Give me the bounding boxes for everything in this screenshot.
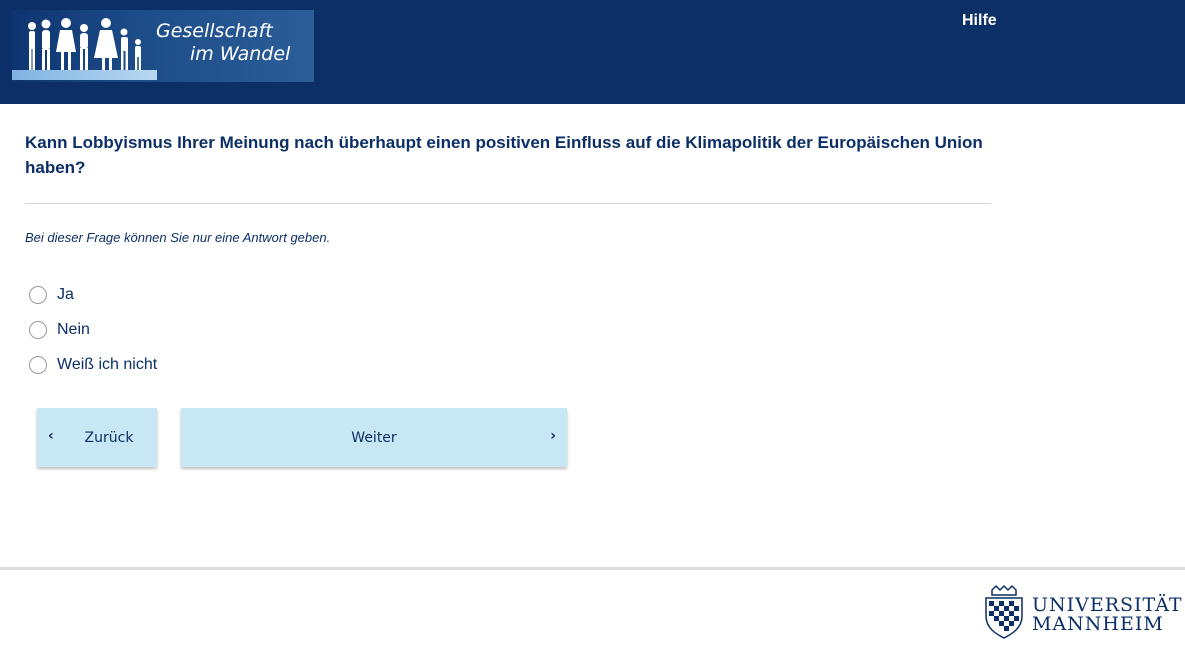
answer-label-nein[interactable]: Nein xyxy=(57,321,90,339)
family-silhouette-icon xyxy=(28,18,141,71)
next-button-label: Weiter xyxy=(351,430,397,446)
question-text: Kann Lobbyismus Ihrer Meinung nach überh… xyxy=(25,133,983,177)
footer-divider xyxy=(0,567,1185,570)
university-crest-icon xyxy=(985,584,1023,639)
answer-label-ja[interactable]: Ja xyxy=(57,286,74,304)
universitaet-mannheim-logo: UNIVERSITÄT MANNHEIM xyxy=(980,584,1185,642)
help-link[interactable]: Hilfe xyxy=(962,12,997,30)
university-name-line-2: MANNHEIM xyxy=(1032,613,1164,635)
logo-wordmark: Gesellschaft im Wandel xyxy=(152,20,290,66)
gesellschaft-im-wandel-logo: Gesellschaft im Wandel xyxy=(12,10,314,82)
next-button[interactable]: Weiter › xyxy=(181,408,567,467)
question-divider xyxy=(25,203,991,204)
back-button-label: Zurück xyxy=(84,430,134,446)
radio-button-weiss-ich-nicht[interactable] xyxy=(29,356,47,374)
radio-button-ja[interactable] xyxy=(29,286,47,304)
logo-stripe xyxy=(12,70,157,80)
logo-line-1: Gesellschaft xyxy=(156,20,273,42)
answer-instruction: Bei dieser Frage können Sie nur eine Ant… xyxy=(25,230,331,245)
logo-line-2: im Wandel xyxy=(190,43,291,65)
back-button[interactable]: ‹ Zurück xyxy=(37,408,157,467)
university-name: UNIVERSITÄT MANNHEIM xyxy=(1032,596,1183,634)
answer-label-weiss-ich-nicht[interactable]: Weiß ich nicht xyxy=(57,356,157,374)
header-bar: Gesellschaft im Wandel Hilfe xyxy=(0,0,1185,104)
chevron-right-icon: › xyxy=(550,428,556,444)
radio-button-nein[interactable] xyxy=(29,321,47,339)
